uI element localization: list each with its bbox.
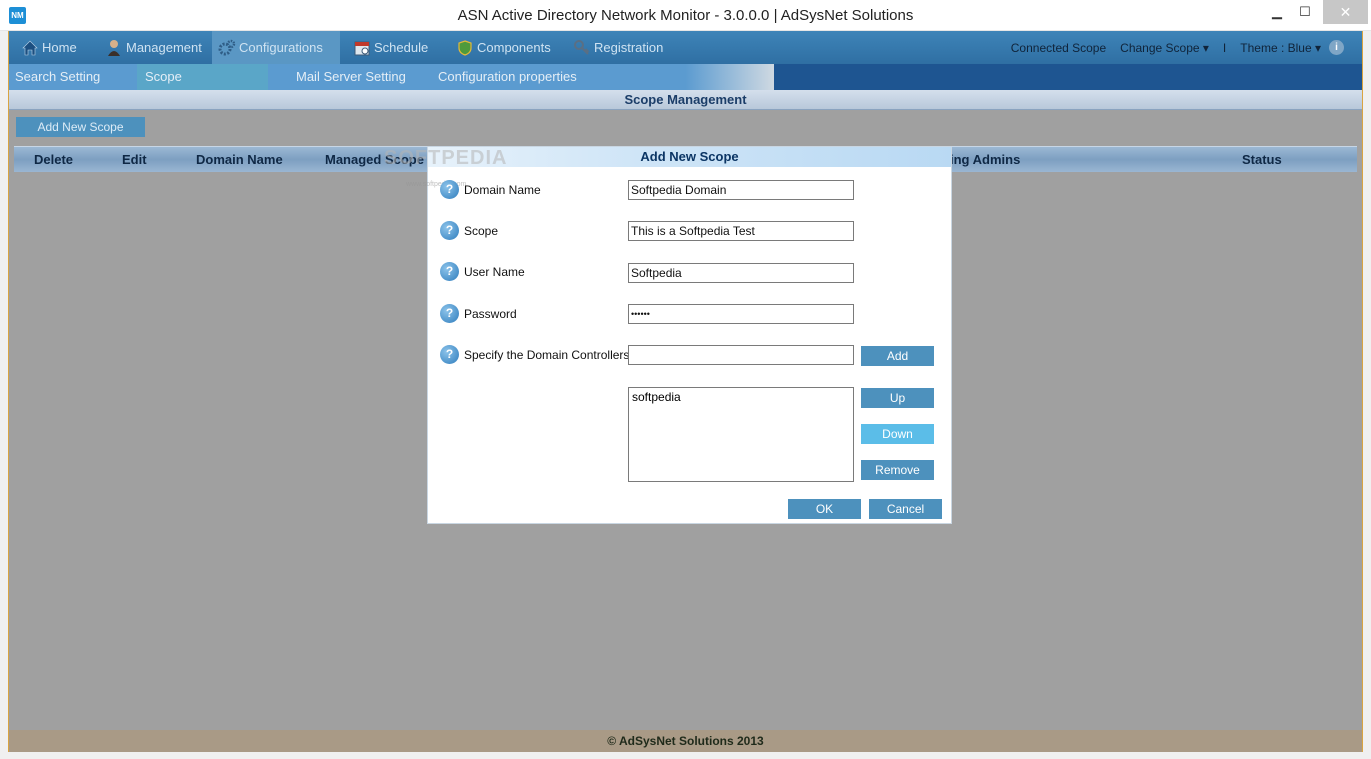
key-icon (573, 39, 591, 57)
cancel-button[interactable]: Cancel (869, 499, 942, 519)
nav-item-management[interactable]: Management (105, 31, 202, 64)
help-icon[interactable]: ? (440, 180, 459, 199)
shield-icon (456, 39, 474, 57)
subnav-mail-server-setting[interactable]: Mail Server Setting (296, 64, 406, 90)
close-button[interactable]: ✕ (1323, 0, 1368, 24)
add-controller-button[interactable]: Add (861, 346, 934, 366)
user-name-field[interactable] (628, 263, 854, 283)
sub-navigation-filler (774, 64, 1362, 90)
watermark: SOFTPEDIA (384, 147, 508, 169)
domain-name-label: Domain Name (464, 183, 541, 197)
subnav-scope-management[interactable]: Scope Management (137, 64, 268, 110)
connected-scope-link[interactable]: Connected Scope (1011, 41, 1106, 55)
change-scope-dropdown[interactable]: Change Scope ▾ (1120, 41, 1209, 55)
nav-item-home[interactable]: Home (21, 31, 77, 64)
nav-item-label: Schedule (374, 40, 429, 55)
window-title-bar: NM ASN Active Directory Network Monitor … (0, 0, 1371, 31)
window-title: ASN Active Directory Network Monitor - 3… (457, 7, 914, 24)
ok-button[interactable]: OK (788, 499, 861, 519)
scope-theme-menu: Connected Scope Change Scope ▾ I Theme :… (1011, 31, 1344, 64)
remove-controller-button[interactable]: Remove (861, 460, 934, 480)
footer-copyright: © AdSysNet Solutions 2013 (9, 730, 1362, 752)
nav-item-label: Home (42, 40, 77, 55)
column-domain-name[interactable]: Domain Name (196, 147, 283, 173)
nav-item-registration[interactable]: Registration (573, 31, 663, 64)
domain-name-field[interactable] (628, 180, 854, 200)
domain-controllers-list[interactable]: softpedia (628, 387, 854, 482)
calendar-icon (353, 39, 371, 57)
column-status[interactable]: Status (1242, 147, 1282, 173)
maximize-button[interactable]: ☐ (1291, 0, 1319, 24)
gears-icon (218, 39, 236, 57)
add-new-scope-dialog: Add New Scope SOFTPEDIA www.softpedia.co… (384, 146, 952, 524)
column-edit[interactable]: Edit (122, 147, 147, 173)
scope-field[interactable] (628, 221, 854, 241)
theme-dropdown[interactable]: Theme : Blue ▾ (1240, 41, 1321, 55)
column-delete[interactable]: Delete (34, 147, 73, 173)
subnav-configuration-properties[interactable]: Configuration properties (438, 64, 577, 90)
nav-item-label: Configurations (239, 40, 323, 55)
help-icon[interactable]: ? (440, 262, 459, 281)
main-navigation: Home Management Configurations Schedule … (9, 31, 1362, 64)
nav-item-components[interactable]: Components (456, 31, 551, 64)
home-icon (21, 39, 39, 57)
move-up-button[interactable]: Up (861, 388, 934, 408)
list-item[interactable]: softpedia (632, 390, 850, 404)
column-managing-admins[interactable]: ing Admins (950, 147, 1020, 173)
password-label: Password (464, 307, 517, 321)
help-icon[interactable]: ? (440, 221, 459, 240)
nav-item-label: Management (126, 40, 202, 55)
password-field[interactable] (628, 304, 854, 324)
domain-controllers-label: Specify the Domain Controllers (464, 348, 630, 362)
menu-separator: I (1222, 40, 1227, 55)
move-down-button[interactable]: Down (861, 424, 934, 444)
add-new-scope-button[interactable]: Add New Scope (16, 117, 145, 137)
help-icon[interactable]: ? (440, 304, 459, 323)
domain-controller-input[interactable] (628, 345, 854, 365)
section-title: Scope Management (9, 90, 1362, 110)
nav-item-schedule[interactable]: Schedule (353, 31, 428, 64)
user-name-label: User Name (464, 265, 525, 279)
subnav-search-setting[interactable]: Search Setting (15, 64, 100, 90)
nav-item-configurations[interactable]: Configurations (212, 31, 340, 64)
scope-label: Scope (464, 224, 499, 238)
help-icon[interactable]: ? (440, 345, 459, 364)
info-icon[interactable]: i (1329, 40, 1344, 55)
user-icon (105, 39, 123, 57)
minimize-button[interactable]: ▁ (1263, 0, 1291, 24)
nav-item-label: Components (477, 40, 551, 55)
nav-item-label: Registration (594, 40, 664, 55)
